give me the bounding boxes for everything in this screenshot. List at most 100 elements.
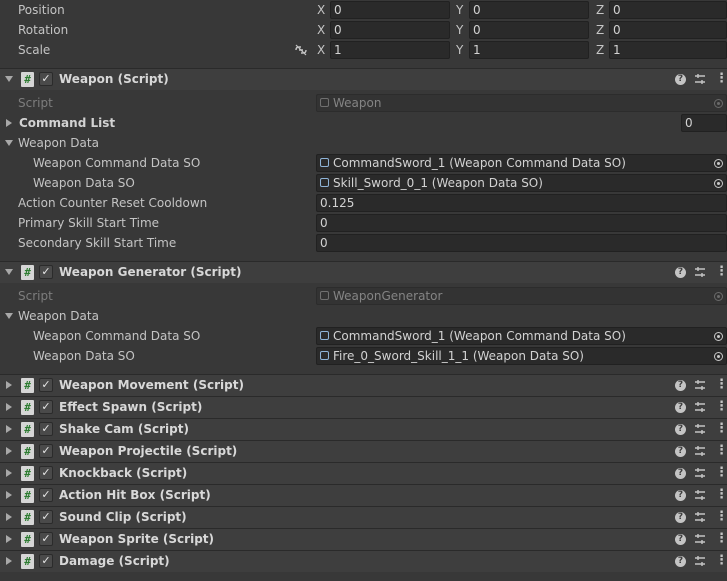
context-menu-icon[interactable]: ⋮ [715,488,727,503]
scale-y-field[interactable]: 1 [469,41,589,59]
weapon-component-header[interactable]: # ✓ Weapon (Script) ? ⋮ [0,68,727,90]
primary-skill-field[interactable]: 0 [316,214,727,232]
position-z-field[interactable]: 0 [609,1,727,19]
foldout-collapsed-icon[interactable] [6,469,12,477]
context-menu-icon[interactable]: ⋮ [715,466,727,481]
weapon-data-so-field[interactable]: Skill_Sword_0_1 (Weapon Data SO) [316,174,727,192]
command-list-label[interactable]: Command List [19,113,115,133]
constrain-proportions-icon[interactable] [294,44,308,56]
component-header-collapsed[interactable]: # ✓ Weapon Movement (Script)? ⋮ [0,374,727,396]
context-menu-icon[interactable]: ⋮ [715,422,727,437]
foldout-collapsed-icon[interactable] [6,513,12,521]
enabled-checkbox[interactable]: ✓ [39,488,53,502]
presets-icon[interactable] [694,401,706,413]
context-menu-icon[interactable]: ⋮ [715,554,727,569]
presets-icon[interactable] [694,379,706,391]
enabled-checkbox[interactable]: ✓ [39,378,53,392]
weapon-data-label[interactable]: Weapon Data [18,306,99,326]
presets-icon[interactable] [694,555,706,567]
context-menu-icon[interactable]: ⋮ [715,400,727,415]
context-menu-icon[interactable]: ⋮ [715,532,727,547]
enabled-checkbox[interactable]: ✓ [39,422,53,436]
help-icon[interactable]: ? [675,424,686,435]
enabled-checkbox[interactable]: ✓ [39,400,53,414]
foldout-collapsed-icon[interactable] [6,381,12,389]
component-header-collapsed[interactable]: # ✓ Knockback (Script)? ⋮ [0,462,727,484]
scale-z-field[interactable]: 1 [609,41,727,59]
command-data-so-field[interactable]: CommandSword_1 (Weapon Command Data SO) [316,327,727,345]
help-icon[interactable]: ? [675,74,686,85]
presets-icon[interactable] [694,445,706,457]
component-header-collapsed[interactable]: # ✓ Sound Clip (Script)? ⋮ [0,506,727,528]
presets-icon[interactable] [694,489,706,501]
help-icon[interactable]: ? [675,512,686,523]
component-header-collapsed[interactable]: # ✓ Weapon Projectile (Script)? ⋮ [0,440,727,462]
enabled-checkbox[interactable]: ✓ [39,532,53,546]
foldout-expanded-icon[interactable] [5,140,13,146]
presets-icon[interactable] [694,266,706,278]
command-list-row[interactable]: Command List 0 [0,113,727,133]
cooldown-field[interactable]: 0.125 [316,194,727,212]
foldout-expanded-icon[interactable] [5,313,13,319]
help-icon[interactable]: ? [675,267,686,278]
foldout-collapsed-icon[interactable] [6,425,12,433]
generator-weapon-data-row[interactable]: Weapon Data [0,306,727,326]
position-y-field[interactable]: 0 [469,1,589,19]
rotation-x-axis-label[interactable]: X [317,20,325,40]
foldout-expanded-icon[interactable] [5,76,13,82]
presets-icon[interactable] [694,467,706,479]
position-x-field[interactable]: 0 [330,1,450,19]
presets-icon[interactable] [694,423,706,435]
context-menu-icon[interactable]: ⋮ [715,265,727,280]
context-menu-icon[interactable]: ⋮ [715,444,727,459]
presets-icon[interactable] [694,511,706,523]
scale-x-field[interactable]: 1 [330,41,450,59]
help-icon[interactable]: ? [675,380,686,391]
foldout-collapsed-icon[interactable] [6,447,12,455]
help-icon[interactable]: ? [675,534,686,545]
enabled-checkbox[interactable]: ✓ [39,72,53,86]
position-y-axis-label[interactable]: Y [456,0,463,20]
weapon-data-label[interactable]: Weapon Data [18,133,99,153]
context-menu-icon[interactable]: ⋮ [715,72,727,87]
context-menu-icon[interactable]: ⋮ [715,510,727,525]
rotation-y-field[interactable]: 0 [469,21,589,39]
help-icon[interactable]: ? [675,556,686,567]
presets-icon[interactable] [694,73,706,85]
scale-y-axis-label[interactable]: Y [456,40,463,60]
rotation-z-field[interactable]: 0 [609,21,727,39]
object-picker-icon[interactable] [709,154,727,172]
help-icon[interactable]: ? [675,446,686,457]
component-header-collapsed[interactable]: # ✓ Shake Cam (Script)? ⋮ [0,418,727,440]
foldout-collapsed-icon[interactable] [6,557,12,565]
enabled-checkbox[interactable]: ✓ [39,466,53,480]
component-header-collapsed[interactable]: # ✓ Weapon Sprite (Script)? ⋮ [0,528,727,550]
position-z-axis-label[interactable]: Z [596,0,604,20]
rotation-y-axis-label[interactable]: Y [456,20,463,40]
weapon-data-row[interactable]: Weapon Data [0,133,727,153]
secondary-skill-field[interactable]: 0 [316,234,727,252]
enabled-checkbox[interactable]: ✓ [39,265,53,279]
component-header-collapsed[interactable]: # ✓ Damage (Script)? ⋮ [0,550,727,572]
scale-x-axis-label[interactable]: X [317,40,325,60]
weapon-generator-component-header[interactable]: # ✓ Weapon Generator (Script) ? ⋮ [0,261,727,283]
object-picker-icon[interactable] [709,174,727,192]
command-list-size-field[interactable]: 0 [681,114,727,132]
presets-icon[interactable] [694,533,706,545]
enabled-checkbox[interactable]: ✓ [39,510,53,524]
component-header-collapsed[interactable]: # ✓ Action Hit Box (Script)? ⋮ [0,484,727,506]
position-x-axis-label[interactable]: X [317,0,325,20]
command-data-so-field[interactable]: CommandSword_1 (Weapon Command Data SO) [316,154,727,172]
rotation-z-axis-label[interactable]: Z [596,20,604,40]
scale-z-axis-label[interactable]: Z [596,40,604,60]
help-icon[interactable]: ? [675,402,686,413]
foldout-collapsed-icon[interactable] [6,491,12,499]
rotation-x-field[interactable]: 0 [330,21,450,39]
object-picker-icon[interactable] [709,347,727,365]
foldout-expanded-icon[interactable] [5,269,13,275]
foldout-collapsed-icon[interactable] [6,535,12,543]
foldout-collapsed-icon[interactable] [6,119,12,127]
weapon-data-so-field[interactable]: Fire_0_Sword_Skill_1_1 (Weapon Data SO) [316,347,727,365]
object-picker-icon[interactable] [709,327,727,345]
enabled-checkbox[interactable]: ✓ [39,554,53,568]
